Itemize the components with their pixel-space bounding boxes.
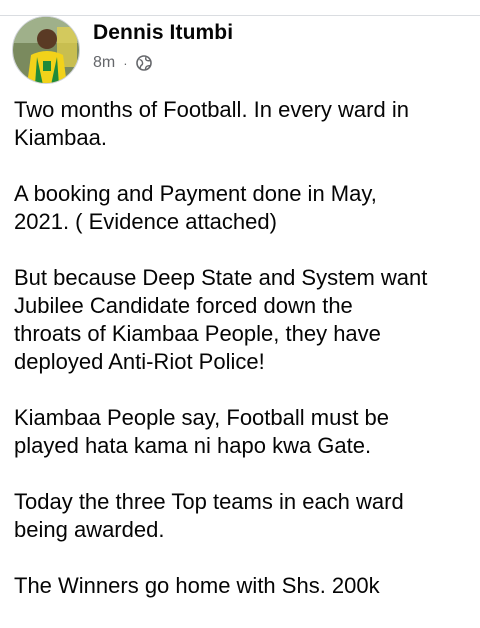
post-paragraph: The Winners go home with Shs. 200k — [14, 573, 380, 598]
avatar[interactable] — [12, 16, 80, 84]
post-header: Dennis Itumbi 8m · — [12, 16, 472, 86]
profile-photo-icon — [13, 17, 79, 83]
author-name[interactable]: Dennis Itumbi — [93, 21, 233, 45]
meta-separator: · — [123, 55, 128, 71]
post-body: Two months of Football. In every ward in… — [14, 96, 472, 628]
post-paragraph: Two months of Football. In every ward in… — [14, 97, 409, 150]
post-paragraph: But because Deep State and System want J… — [14, 265, 428, 374]
globe-icon[interactable] — [135, 55, 152, 71]
post-time[interactable]: 8m — [93, 54, 115, 72]
post-meta: 8m · — [93, 52, 152, 74]
post-paragraph: Kiambaa People say, Football must be pla… — [14, 405, 390, 458]
post-paragraph: Today the three Top teams in each ward b… — [14, 489, 404, 542]
post-paragraph: A booking and Payment done in May, 2021.… — [14, 181, 377, 234]
